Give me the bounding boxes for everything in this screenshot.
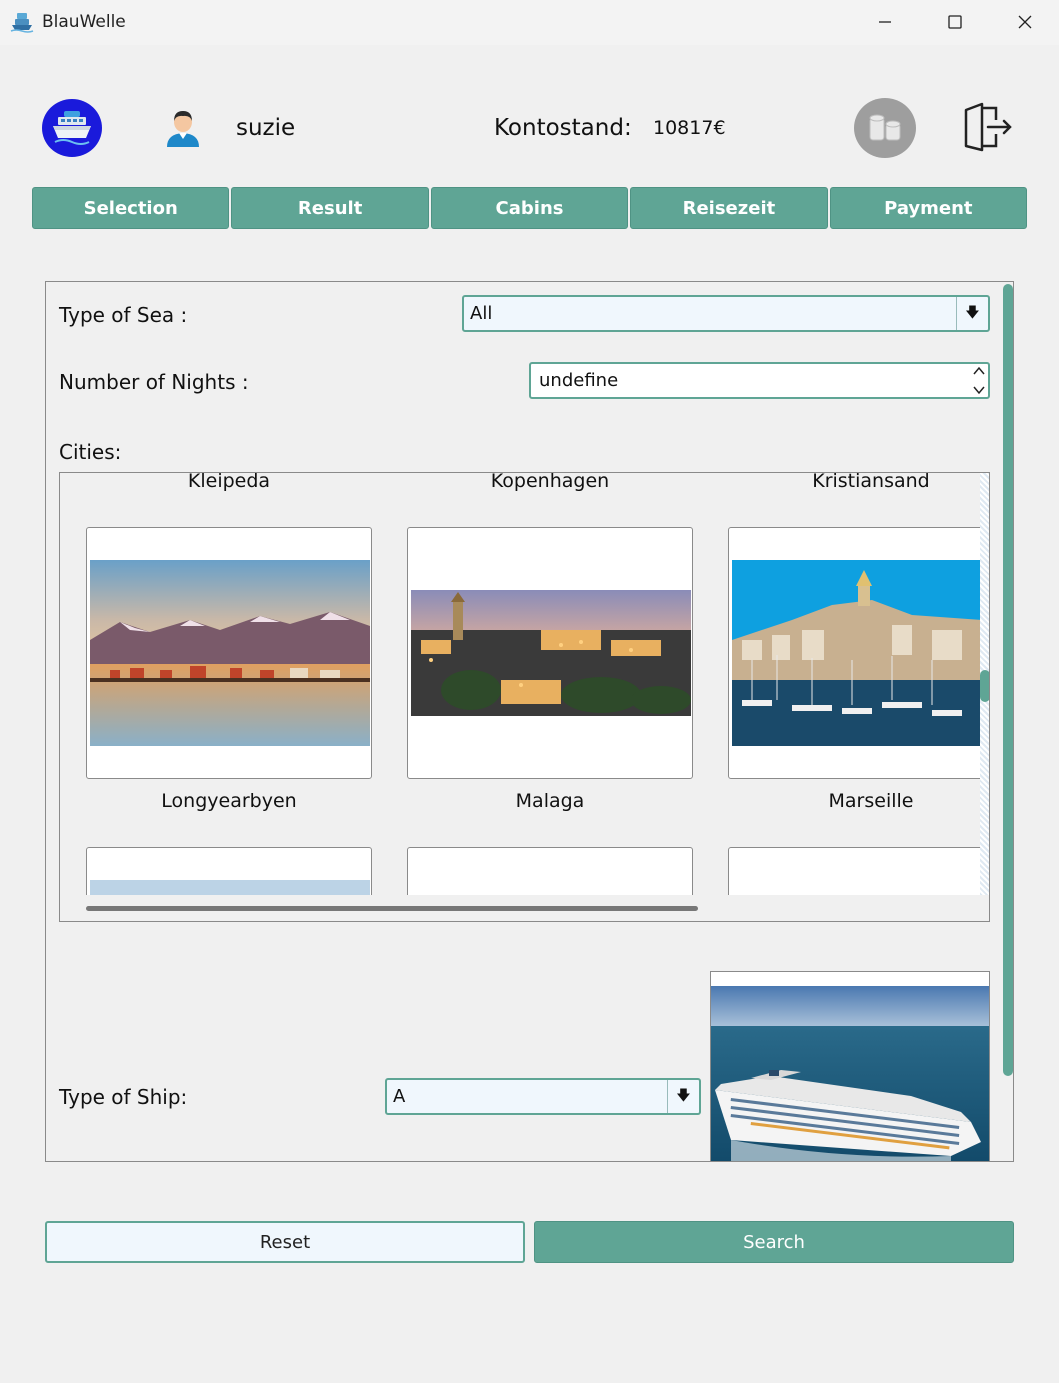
- sea-type-label: Type of Sea :: [59, 303, 188, 327]
- nights-spinbox[interactable]: undefine: [529, 362, 990, 399]
- cities-grid: Kleipeda Kopenhagen Kristiansand Longyea…: [59, 472, 990, 922]
- chevron-up-icon[interactable]: [972, 364, 986, 378]
- ship-icon: [10, 13, 34, 33]
- close-button[interactable]: [1008, 8, 1042, 36]
- cities-vertical-scroll-thumb[interactable]: [980, 670, 989, 702]
- minimize-button[interactable]: [868, 8, 902, 36]
- maximize-button[interactable]: [938, 8, 972, 36]
- coins-icon: [869, 114, 901, 141]
- reset-button[interactable]: Reset: [45, 1221, 525, 1263]
- marseille-photo: [732, 560, 982, 746]
- arrow-down-icon[interactable]: 🡇: [956, 297, 988, 330]
- balance-label: Kontostand:: [494, 115, 632, 141]
- sea-type-combobox[interactable]: All 🡇: [462, 295, 990, 332]
- ship-type-value: A: [393, 1086, 406, 1107]
- tab-reisezeit[interactable]: Reisezeit: [630, 187, 828, 229]
- tab-payment[interactable]: Payment: [829, 187, 1028, 229]
- nights-value: undefine: [539, 370, 619, 391]
- city-name-marseille: Marseille: [828, 790, 914, 812]
- tab-cabins[interactable]: Cabins: [430, 187, 629, 229]
- tab-selection[interactable]: Selection: [32, 187, 230, 229]
- ship-type-label: Type of Ship:: [59, 1085, 188, 1109]
- balance-value: 10817€: [653, 117, 726, 139]
- chevron-up-down-icon[interactable]: [970, 364, 988, 397]
- city-name-longyearbyen: Longyearbyen: [161, 790, 297, 812]
- username: suzie: [236, 115, 296, 141]
- logout-door-icon[interactable]: [960, 102, 1012, 154]
- city-name-kristiansand: Kristiansand: [812, 472, 930, 492]
- ship-preview-image: [710, 971, 990, 1162]
- cities-horizontal-scroll-thumb[interactable]: [86, 906, 698, 911]
- cruise-ship-logo-icon: [42, 99, 102, 157]
- sea-type-value: All: [470, 303, 493, 324]
- malaga-photo: [411, 590, 691, 716]
- ship-type-combobox[interactable]: A 🡇: [385, 1078, 701, 1115]
- city-card-longyearbyen[interactable]: [86, 527, 372, 779]
- city-name-kleipeda: Kleipeda: [187, 472, 271, 492]
- tab-result[interactable]: Result: [231, 187, 429, 229]
- city-card-marseille[interactable]: [728, 527, 989, 779]
- arrow-down-icon[interactable]: 🡇: [667, 1080, 699, 1113]
- title-bar: BlauWelle: [0, 0, 1059, 45]
- coins-button[interactable]: [854, 98, 916, 158]
- tab-bar: Selection Result Cabins Reisezeit Paymen…: [32, 187, 1028, 229]
- chevron-down-icon[interactable]: [972, 383, 986, 397]
- minimize-icon: [879, 21, 891, 23]
- window-title: BlauWelle: [42, 12, 126, 32]
- close-icon: [1018, 15, 1032, 29]
- city-card-malaga[interactable]: [407, 527, 693, 779]
- search-button[interactable]: Search: [534, 1221, 1014, 1263]
- nights-label: Number of Nights :: [59, 370, 249, 394]
- city-name-kopenhagen: Kopenhagen: [490, 472, 610, 492]
- panel-scrollbar[interactable]: [1003, 284, 1013, 1076]
- city-name-malaga: Malaga: [515, 790, 585, 812]
- cities-label: Cities:: [59, 440, 122, 464]
- maximize-icon: [948, 15, 962, 29]
- longyearbyen-photo: [90, 560, 370, 746]
- user-avatar-icon: [167, 111, 199, 147]
- cruise-ship-photo: [711, 972, 989, 1161]
